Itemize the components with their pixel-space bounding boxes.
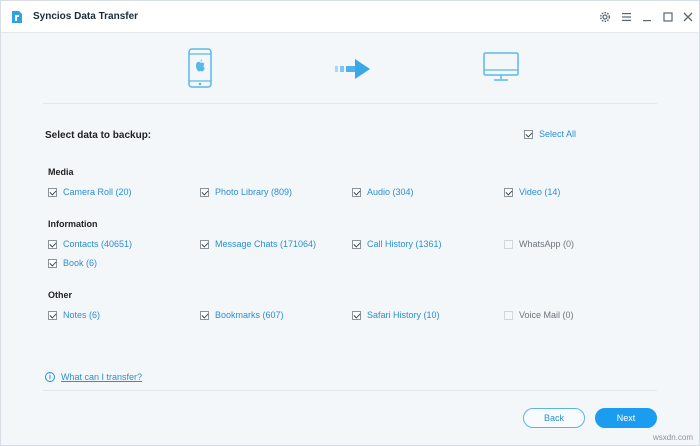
option-label[interactable]: Bookmarks (607) (215, 310, 284, 320)
close-icon[interactable] (681, 10, 695, 24)
app-window: Syncios Data Transfer Select data to bac… (0, 0, 700, 446)
option-label: WhatsApp (0) (519, 239, 575, 249)
option-label[interactable]: Call History (1361) (367, 239, 442, 249)
checkbox[interactable] (504, 187, 513, 197)
checkbox (504, 310, 513, 320)
info-icon[interactable]: i (45, 372, 55, 382)
title-bar: Syncios Data Transfer (1, 1, 699, 33)
checkbox[interactable] (48, 187, 57, 197)
option-voice-mail: Voice Mail (0) (504, 310, 574, 320)
option-label[interactable]: Video (14) (519, 187, 560, 197)
option-label[interactable]: Audio (304) (367, 187, 414, 197)
device-header (1, 34, 699, 104)
checkbox[interactable] (200, 239, 209, 249)
section-title-media: Media (48, 167, 74, 177)
checkbox[interactable] (48, 239, 57, 249)
checkbox[interactable] (352, 310, 361, 320)
option-safari-history[interactable]: Safari History (10) (352, 310, 440, 320)
back-button[interactable]: Back (523, 408, 585, 428)
settings-icon[interactable] (598, 10, 612, 24)
computer-monitor-icon (483, 52, 519, 84)
option-photo-library[interactable]: Photo Library (809) (200, 187, 292, 197)
option-label[interactable]: Safari History (10) (367, 310, 440, 320)
option-contacts[interactable]: Contacts (40651) (48, 239, 132, 249)
option-video[interactable]: Video (14) (504, 187, 560, 197)
select-all-check-icon[interactable] (524, 129, 533, 139)
option-label: Voice Mail (0) (519, 310, 574, 320)
option-bookmarks[interactable]: Bookmarks (607) (200, 310, 284, 320)
help-link-label[interactable]: What can I transfer? (61, 372, 142, 382)
checkbox (504, 239, 513, 249)
menu-icon[interactable] (619, 10, 633, 24)
option-label[interactable]: Contacts (40651) (63, 239, 132, 249)
transfer-arrow-icon (335, 58, 371, 82)
app-title: Syncios Data Transfer (33, 11, 139, 22)
help-link[interactable]: i What can I transfer? (45, 372, 142, 382)
syncios-logo-icon (9, 9, 25, 25)
option-label[interactable]: Message Chats (171064) (215, 239, 316, 249)
minimize-icon[interactable] (640, 10, 654, 24)
iphone-device-icon (188, 48, 212, 90)
watermark: wsxdn.com (652, 433, 693, 442)
option-label[interactable]: Book (6) (63, 258, 97, 268)
section-title-other: Other (48, 290, 73, 300)
checkbox[interactable] (200, 310, 209, 320)
option-notes[interactable]: Notes (6) (48, 310, 100, 320)
option-book[interactable]: Book (6) (48, 258, 97, 268)
checkbox[interactable] (48, 310, 57, 320)
select-all-checkbox[interactable]: Select All (524, 129, 576, 139)
option-audio[interactable]: Audio (304) (352, 187, 414, 197)
checkbox[interactable] (200, 187, 209, 197)
checkbox[interactable] (352, 187, 361, 197)
maximize-icon[interactable] (661, 10, 675, 24)
divider (43, 103, 657, 104)
option-call-history[interactable]: Call History (1361) (352, 239, 442, 249)
checkbox[interactable] (48, 258, 57, 268)
option-message-chats[interactable]: Message Chats (171064) (200, 239, 316, 249)
checkbox[interactable] (352, 239, 361, 249)
next-button[interactable]: Next (595, 408, 657, 428)
section-title-information: Information (48, 219, 98, 229)
option-label[interactable]: Notes (6) (63, 310, 100, 320)
select-data-title: Select data to backup: (45, 130, 152, 141)
option-label[interactable]: Photo Library (809) (215, 187, 292, 197)
option-whatsapp: WhatsApp (0) (504, 239, 574, 249)
option-camera-roll[interactable]: Camera Roll (20) (48, 187, 132, 197)
option-label[interactable]: Camera Roll (20) (63, 187, 132, 197)
divider (43, 390, 657, 391)
select-all-label[interactable]: Select All (539, 129, 576, 139)
